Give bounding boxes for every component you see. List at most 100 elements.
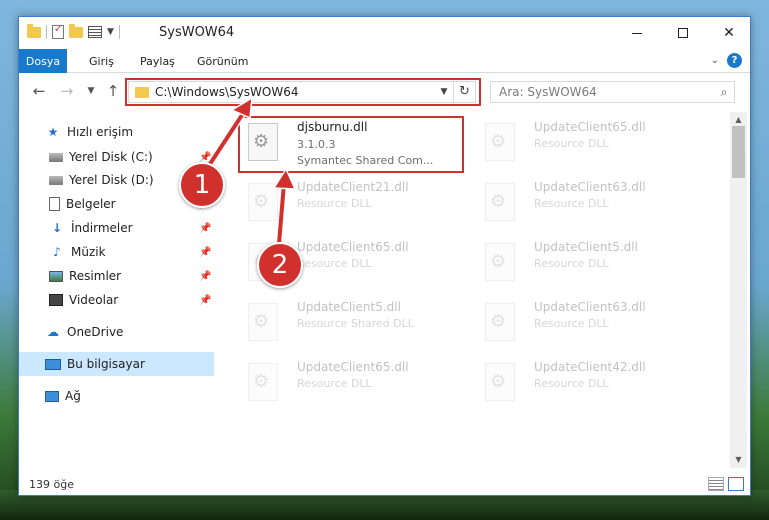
tab-file[interactable]: Dosya: [19, 49, 67, 73]
download-icon: ↓: [51, 221, 63, 235]
maximize-icon: [678, 28, 688, 38]
sidebar-item-label: Bu bilgisayar: [67, 357, 145, 371]
status-bar: 139 öğe: [19, 473, 750, 495]
address-highlight-box: [125, 78, 481, 106]
file-item[interactable]: UpdateClient65.dll Resource DLL: [242, 358, 472, 414]
file-item[interactable]: UpdateClient65.dll Resource DLL: [479, 118, 709, 174]
search-box[interactable]: Ara: SysWOW64 ⌕: [490, 81, 735, 103]
file-name: UpdateClient5.dll: [297, 300, 401, 314]
file-name: UpdateClient63.dll: [534, 180, 646, 194]
file-item[interactable]: UpdateClient5.dll Resource DLL: [479, 238, 709, 294]
item-count: 139 öğe: [29, 477, 74, 491]
cloud-icon: ☁: [47, 325, 59, 339]
toolbar-divider: [118, 25, 120, 39]
pin-icon: 📌: [199, 270, 212, 282]
navigation-pane: ★ Hızlı erişim Yerel Disk (C:) 📌 Yerel D…: [19, 112, 214, 467]
sidebar-item-label: Belgeler: [66, 197, 116, 211]
videos-icon: [49, 294, 63, 306]
tab-view[interactable]: Görünüm: [197, 49, 248, 73]
file-description: Resource DLL: [534, 377, 609, 390]
vertical-scrollbar[interactable]: ▲ ▼: [730, 112, 747, 468]
dll-file-icon: [248, 363, 278, 401]
sidebar-item-network[interactable]: Ağ: [19, 384, 214, 408]
star-icon: ★: [47, 125, 59, 139]
forward-button[interactable]: →: [57, 80, 77, 102]
expand-ribbon-icon[interactable]: ⌄: [711, 55, 719, 66]
scroll-down-icon[interactable]: ▼: [730, 452, 747, 468]
sidebar-item-onedrive[interactable]: ☁ OneDrive: [19, 320, 214, 344]
sidebar-item-label: Videolar: [69, 293, 119, 307]
close-button[interactable]: ✕: [706, 17, 752, 49]
maximize-button[interactable]: [660, 17, 706, 49]
file-name: UpdateClient21.dll: [297, 180, 409, 194]
sidebar-item-label: Yerel Disk (D:): [69, 173, 154, 187]
file-item[interactable]: UpdateClient63.dll Resource DLL: [479, 298, 709, 354]
file-description: Resource Shared DLL: [297, 317, 414, 330]
file-name: UpdateClient63.dll: [534, 300, 646, 314]
pin-icon: 📌: [199, 246, 212, 258]
step-1-badge: 1: [179, 162, 225, 208]
up-button[interactable]: ↑: [103, 80, 123, 102]
file-description: Resource DLL: [297, 197, 372, 210]
sidebar-item-downloads[interactable]: ↓ İndirmeler 📌: [19, 216, 214, 240]
tab-share[interactable]: Paylaş: [140, 49, 175, 73]
step-2-badge: 2: [257, 242, 303, 288]
sidebar-item-disk-c[interactable]: Yerel Disk (C:) 📌: [19, 145, 214, 169]
sidebar-item-videos[interactable]: Videolar 📌: [19, 288, 214, 312]
pin-icon: 📌: [199, 222, 212, 234]
tab-home[interactable]: Giriş: [89, 49, 114, 73]
sidebar-item-quick-access[interactable]: ★ Hızlı erişim: [45, 120, 214, 144]
file-description: Resource DLL: [534, 257, 609, 270]
music-icon: ♪: [53, 245, 61, 259]
view-toggle: [708, 477, 744, 491]
file-description: Resource DLL: [534, 137, 609, 150]
new-folder-icon[interactable]: [69, 23, 83, 38]
sidebar-item-this-pc[interactable]: Bu bilgisayar: [19, 352, 214, 376]
sidebar-item-music[interactable]: ♪ Müzik 📌: [19, 240, 214, 264]
pin-icon: 📌: [199, 294, 212, 306]
minimize-icon: [632, 32, 642, 34]
file-description: Resource DLL: [297, 377, 372, 390]
file-description: Resource DLL: [297, 257, 372, 270]
network-icon: [45, 390, 59, 402]
dll-file-icon: [485, 123, 515, 161]
disk-icon: [49, 152, 63, 162]
search-icon[interactable]: ⌕: [714, 85, 734, 100]
file-item[interactable]: UpdateClient42.dll Resource DLL: [479, 358, 709, 414]
details-view-icon[interactable]: [708, 477, 724, 491]
search-input[interactable]: Ara: SysWOW64: [491, 85, 714, 99]
file-item[interactable]: UpdateClient63.dll Resource DLL: [479, 178, 709, 234]
sidebar-item-label: OneDrive: [67, 325, 124, 339]
file-name: UpdateClient42.dll: [534, 360, 646, 374]
folder-icon[interactable]: [27, 23, 41, 38]
file-description: Resource DLL: [534, 197, 609, 210]
ribbon-tabs: Dosya Giriş Paylaş Görünüm ⌄ ?: [19, 49, 750, 73]
customize-toolbar-icon[interactable]: ▼: [107, 27, 114, 37]
file-item[interactable]: UpdateClient21.dll Resource DLL: [242, 178, 472, 234]
sidebar-item-label: Yerel Disk (C:): [69, 150, 153, 164]
scroll-thumb[interactable]: [732, 126, 745, 178]
minimize-button[interactable]: [614, 17, 660, 49]
dll-file-icon: [485, 183, 515, 221]
properties-icon[interactable]: [52, 24, 64, 39]
help-icon[interactable]: ?: [727, 53, 742, 68]
quick-access-toolbar: ▼: [27, 23, 120, 39]
file-highlight-box: [238, 116, 464, 173]
recent-locations-icon[interactable]: ▼: [85, 80, 97, 102]
dll-file-icon: [248, 183, 278, 221]
navigation-bar: ← → ▼ ↑ C:\Windows\SysWOW64 ▼ ↻ Ara: Sys…: [19, 74, 750, 108]
sidebar-item-label: Hızlı erişim: [67, 125, 134, 139]
pictures-icon: [49, 270, 63, 282]
file-item[interactable]: UpdateClient5.dll Resource Shared DLL: [242, 298, 472, 354]
large-icons-view-icon[interactable]: [728, 477, 744, 491]
title-bar: ▼ SysWOW64 ✕: [19, 17, 750, 49]
file-name: UpdateClient65.dll: [297, 240, 409, 254]
sidebar-item-label: İndirmeler: [71, 221, 133, 235]
file-name: UpdateClient65.dll: [297, 360, 409, 374]
pin-icon: 📌: [199, 151, 212, 163]
sidebar-item-pictures[interactable]: Resimler 📌: [19, 264, 214, 288]
back-button[interactable]: ←: [29, 80, 49, 102]
view-icon[interactable]: [88, 26, 102, 38]
computer-icon: [45, 358, 61, 370]
documents-icon: [49, 197, 60, 211]
